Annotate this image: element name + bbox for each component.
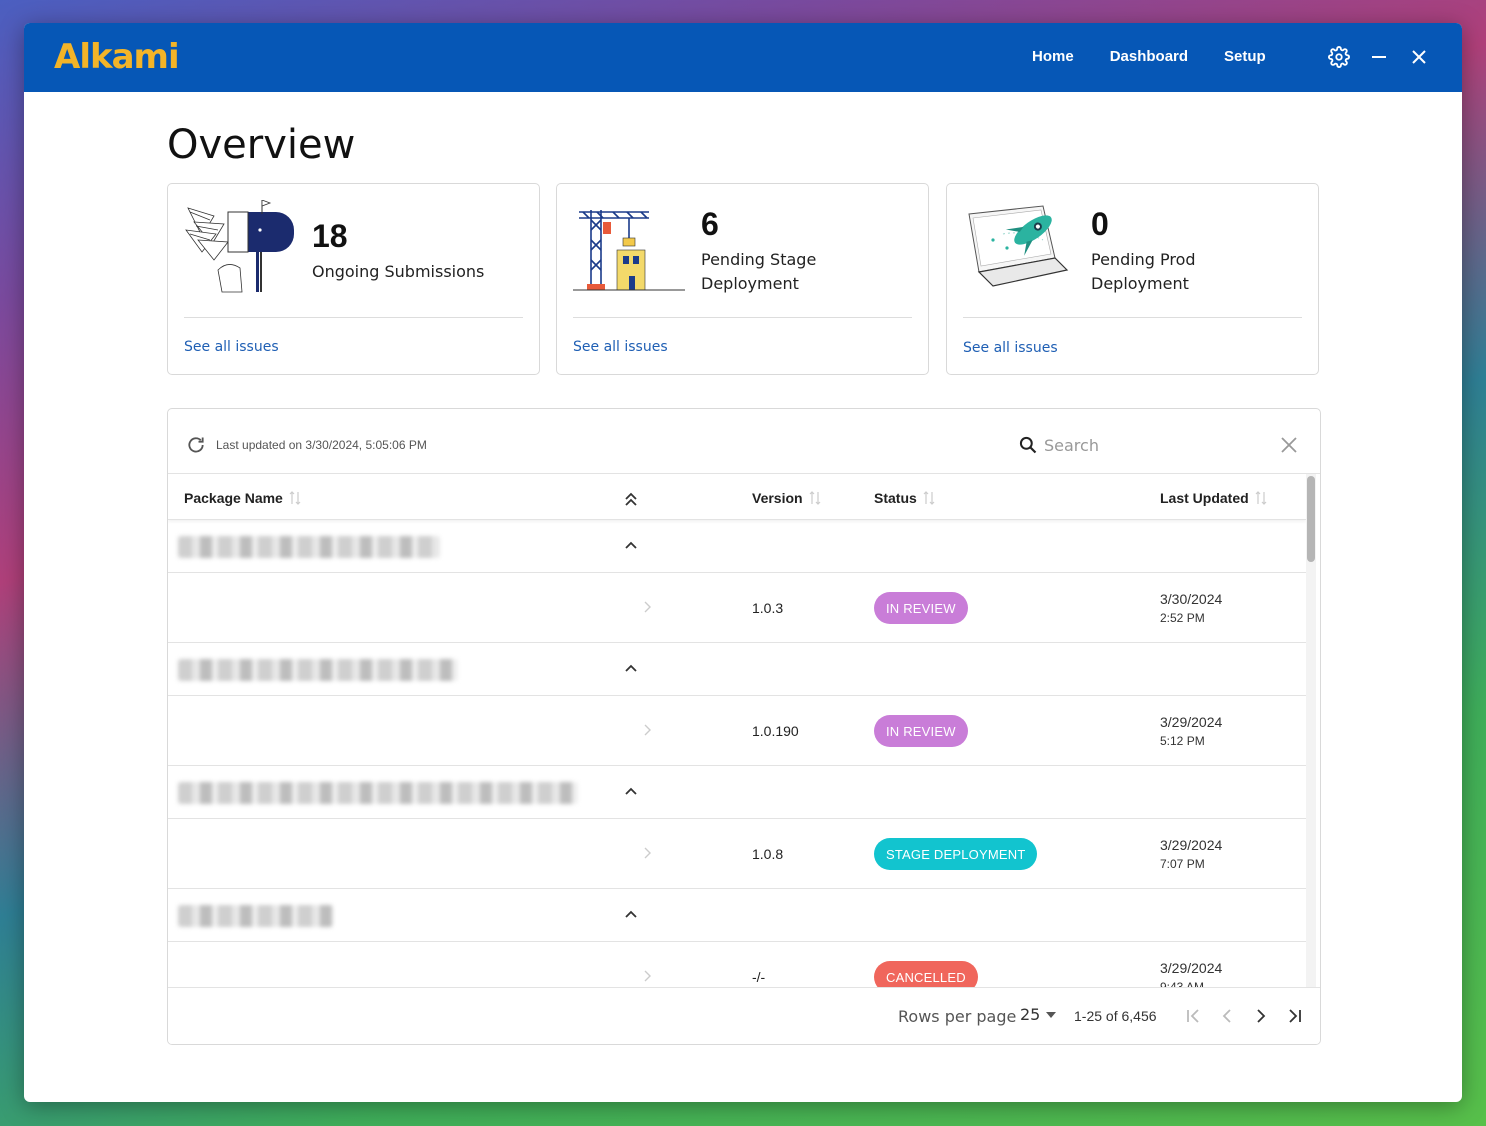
- date-cell: 3/30/2024: [1160, 591, 1223, 607]
- pending-stage-count: 6: [701, 206, 719, 242]
- search-input[interactable]: [1044, 431, 1264, 459]
- column-header-last-updated[interactable]: Last Updated: [1160, 490, 1267, 506]
- sort-icon: [809, 491, 821, 505]
- pagination-range: 1-25 of 6,456: [1074, 1008, 1157, 1024]
- version-cell: 1.0.3: [752, 600, 784, 616]
- ongoing-count: 18: [312, 218, 348, 254]
- column-label: Package Name: [184, 490, 283, 506]
- table-header: Package Name Version Status Last Updated: [168, 474, 1306, 520]
- pending-stage-card: 6 Pending Stage Deployment See all issue…: [556, 183, 929, 375]
- table-scrollbar[interactable]: [1306, 474, 1316, 989]
- time-cell: 5:12 PM: [1160, 734, 1205, 748]
- crane-construction-icon: [573, 210, 685, 291]
- see-all-issues-link[interactable]: See all issues: [573, 339, 668, 355]
- expand-row-icon[interactable]: [641, 723, 653, 737]
- column-label: Last Updated: [1160, 490, 1249, 506]
- date-cell: 3/29/2024: [1160, 714, 1223, 730]
- collapse-group-icon[interactable]: [623, 660, 639, 676]
- table-body: 1.0.3 IN REVIEW 3/30/2024 2:52 PM 1.0.19…: [168, 520, 1306, 989]
- see-all-issues-link[interactable]: See all issues: [184, 339, 279, 355]
- table-row[interactable]: 1.0.190 IN REVIEW 3/29/2024 5:12 PM: [168, 696, 1306, 766]
- time-cell: 2:52 PM: [1160, 611, 1205, 625]
- status-badge: IN REVIEW: [874, 592, 968, 624]
- column-header-version[interactable]: Version: [752, 490, 821, 506]
- top-bar: Alkami Home Dashboard Setup: [24, 23, 1462, 92]
- package-group-row[interactable]: [168, 766, 1306, 819]
- version-cell: 1.0.8: [752, 846, 784, 862]
- nav-home[interactable]: Home: [1032, 48, 1074, 65]
- package-group-row[interactable]: [168, 889, 1306, 942]
- main-content: Overview 18 Ongoing Submissions See all …: [24, 92, 1462, 1102]
- rows-per-page-label: Rows per page: [898, 1007, 1017, 1026]
- collapse-group-icon[interactable]: [623, 783, 639, 799]
- column-label: Version: [752, 490, 803, 506]
- column-header-status[interactable]: Status: [874, 490, 935, 506]
- version-cell: 1.0.190: [752, 723, 799, 739]
- rows-per-page-value: 25: [1020, 1005, 1041, 1024]
- package-name-redacted: [178, 905, 333, 927]
- packages-table-panel: Last updated on 3/30/2024, 5:05:06 PM Pa…: [167, 408, 1321, 1045]
- column-label: Status: [874, 490, 917, 506]
- package-group-row[interactable]: [168, 520, 1306, 573]
- previous-page-icon[interactable]: [1217, 1006, 1237, 1026]
- card-divider: [963, 317, 1302, 318]
- collapse-group-icon[interactable]: [623, 537, 639, 553]
- refresh-icon[interactable]: [186, 435, 206, 455]
- mailbox-illustration-icon: [185, 200, 294, 293]
- ongoing-label: Ongoing Submissions: [312, 262, 485, 281]
- expand-row-icon[interactable]: [641, 600, 653, 614]
- minimize-icon[interactable]: [1367, 45, 1391, 69]
- ongoing-submissions-card: 18 Ongoing Submissions See all issues: [167, 183, 540, 375]
- table-row[interactable]: -/- CANCELLED 3/29/2024 9:43 AM: [168, 942, 1306, 989]
- last-updated-text: Last updated on 3/30/2024, 5:05:06 PM: [216, 438, 427, 452]
- expand-row-icon[interactable]: [641, 969, 653, 983]
- nav-setup[interactable]: Setup: [1224, 48, 1266, 65]
- pagination-footer: Rows per page 25 1-25 of 6,456: [168, 987, 1320, 1044]
- settings-gear-icon[interactable]: [1327, 45, 1351, 69]
- status-badge: CANCELLED: [874, 961, 978, 989]
- date-cell: 3/29/2024: [1160, 960, 1223, 976]
- first-page-icon[interactable]: [1183, 1006, 1203, 1026]
- sort-icon: [923, 491, 935, 505]
- search-icon: [1019, 436, 1037, 454]
- package-name-redacted: [178, 659, 458, 681]
- sort-icon: [1255, 491, 1267, 505]
- card-divider: [184, 317, 523, 318]
- see-all-issues-link[interactable]: See all issues: [963, 340, 1058, 356]
- main-nav: Home Dashboard Setup: [1032, 48, 1266, 65]
- table-row[interactable]: 1.0.8 STAGE DEPLOYMENT 3/29/2024 7:07 PM: [168, 819, 1306, 889]
- last-page-icon[interactable]: [1285, 1006, 1305, 1026]
- collapse-group-icon[interactable]: [623, 906, 639, 922]
- page-title: Overview: [167, 122, 356, 168]
- status-badge: STAGE DEPLOYMENT: [874, 838, 1038, 870]
- collapse-all-icon[interactable]: [623, 491, 639, 507]
- expand-row-icon[interactable]: [641, 846, 653, 860]
- close-icon[interactable]: [1407, 45, 1431, 69]
- sort-icon: [289, 491, 301, 505]
- clear-search-icon[interactable]: [1279, 435, 1299, 455]
- status-badge: IN REVIEW: [874, 715, 968, 747]
- package-group-row[interactable]: [168, 643, 1306, 696]
- table-row[interactable]: 1.0.3 IN REVIEW 3/30/2024 2:52 PM: [168, 573, 1306, 643]
- time-cell: 7:07 PM: [1160, 857, 1205, 871]
- alkami-logo[interactable]: Alkami: [54, 37, 180, 77]
- next-page-icon[interactable]: [1251, 1006, 1271, 1026]
- app-window: Alkami Home Dashboard Setup Overview 18 …: [24, 23, 1462, 1102]
- dropdown-arrow-icon: [1046, 1011, 1057, 1018]
- rocket-laptop-icon: [968, 205, 1069, 287]
- card-divider: [573, 317, 912, 318]
- nav-dashboard[interactable]: Dashboard: [1110, 48, 1188, 65]
- pending-prod-label: Pending Prod Deployment: [1091, 250, 1196, 293]
- pending-prod-count: 0: [1091, 206, 1109, 242]
- package-name-redacted: [178, 536, 440, 558]
- date-cell: 3/29/2024: [1160, 837, 1223, 853]
- pending-prod-card: 0 Pending Prod Deployment See all issues: [946, 183, 1319, 375]
- scrollbar-thumb[interactable]: [1307, 476, 1315, 562]
- version-cell: -/-: [752, 969, 766, 985]
- rows-per-page-select[interactable]: 25: [1020, 1005, 1057, 1024]
- table-toolbar: Last updated on 3/30/2024, 5:05:06 PM: [168, 409, 1320, 474]
- pending-stage-label: Pending Stage Deployment: [701, 250, 817, 293]
- package-name-redacted: [178, 782, 578, 804]
- column-header-package-name[interactable]: Package Name: [184, 490, 301, 506]
